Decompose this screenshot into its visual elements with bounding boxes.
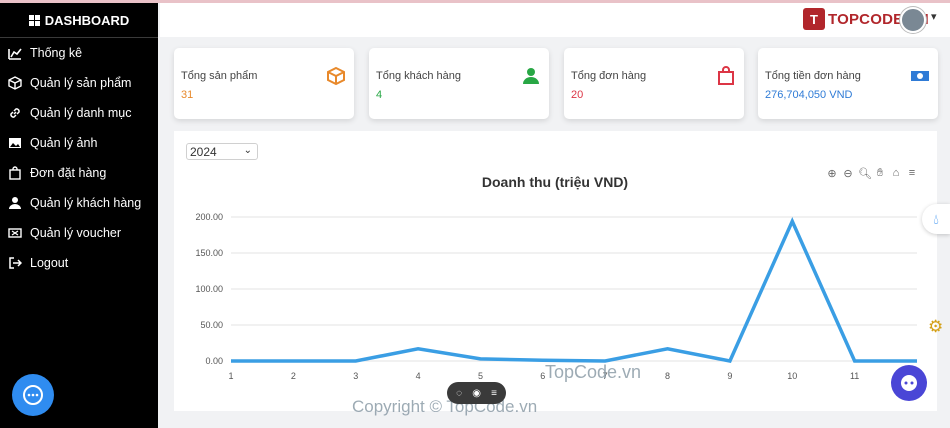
assistant-face-icon xyxy=(901,375,917,391)
stat-card-customers: Tổng khách hàng 4 xyxy=(369,48,549,119)
eye-icon[interactable]: ◉ xyxy=(472,388,481,399)
x-tick-label: 9 xyxy=(727,371,732,381)
y-tick-label: 50.00 xyxy=(200,320,223,330)
card-title: Tổng đơn hàng xyxy=(571,70,647,82)
year-select-value: 2024 xyxy=(190,144,217,159)
y-tick-label: 200.00 xyxy=(195,212,223,222)
series-line xyxy=(231,217,917,363)
sidebar-item-label: Quản lý voucher xyxy=(30,226,122,240)
stat-card-products: Tổng sản phẩm 31 xyxy=(174,48,354,119)
sidebar-item-label: Đơn đặt hàng xyxy=(30,166,107,180)
comment-icon[interactable]: ◌ xyxy=(456,388,462,399)
link-icon xyxy=(7,105,23,121)
x-tick-label: 10 xyxy=(787,371,797,381)
sidebar-item-quan-ly-khach-hang[interactable]: Quản lý khách hàng xyxy=(0,188,158,218)
card-value: 20 xyxy=(571,89,584,101)
year-select[interactable]: 2024 ⌄ xyxy=(186,143,258,160)
y-tick-label: 0.00 xyxy=(205,356,223,366)
sidebar-item-label: Quản lý danh mục xyxy=(30,106,132,120)
sidebar-item-label: Quản lý khách hàng xyxy=(30,196,142,210)
card-value: 4 xyxy=(376,89,383,101)
bag-icon xyxy=(716,66,736,86)
sidebar-item-thong-ke[interactable]: Thống kê xyxy=(0,38,158,68)
stat-card-revenue: Tổng tiền đơn hàng 276,704,050 VND xyxy=(758,48,938,119)
bag-icon xyxy=(7,165,23,181)
sidebar-item-label: Quản lý ảnh xyxy=(30,136,98,150)
dashboard-icon xyxy=(28,14,40,26)
card-value: 31 xyxy=(181,89,194,101)
y-tick-label: 100.00 xyxy=(195,284,223,294)
avatar[interactable] xyxy=(900,7,926,33)
box-icon xyxy=(326,66,346,86)
revenue-line-chart: 0.0050.00100.00150.00200.001 2 3 4 5 6 7 8 9 10 11… xyxy=(195,212,922,381)
card-title: Tổng tiền đơn hàng xyxy=(765,70,861,82)
side-widget-tab[interactable]: 💧︎ xyxy=(922,204,950,234)
chart-icon xyxy=(7,45,23,61)
sidebar: DASHBOARD Thống kê Quản lý sản phẩm Quản… xyxy=(0,3,158,428)
floating-toolbar[interactable]: ◌ ◉ ≡ xyxy=(447,382,506,404)
chevron-down-icon: ⌄ xyxy=(243,145,252,156)
sidebar-item-label: Thống kê xyxy=(30,46,83,60)
logo-mark: T xyxy=(803,8,825,30)
box-icon xyxy=(7,75,23,91)
x-tick-label: 1 xyxy=(228,371,233,381)
zoom-in-icon[interactable]: ⊕ xyxy=(826,167,838,180)
y-tick-label: 150.00 xyxy=(195,248,223,258)
watermark-bottom: Copyright © TopCode.vn xyxy=(352,397,538,416)
sidebar-item-label: Logout xyxy=(30,256,69,270)
card-title: Tổng khách hàng xyxy=(376,70,462,82)
stat-card-orders: Tổng đơn hàng 20 xyxy=(564,48,744,119)
sidebar-item-quan-ly-danh-muc[interactable]: Quản lý danh mục xyxy=(0,98,158,128)
assistant-button[interactable] xyxy=(891,365,927,401)
card-value: 276,704,050 VND xyxy=(765,89,853,101)
gear-icon[interactable]: ⚙ xyxy=(928,317,943,337)
x-tick-label: 5 xyxy=(478,371,483,381)
money-icon xyxy=(910,66,930,86)
sidebar-menu: Thống kê Quản lý sản phẩm Quản lý danh m… xyxy=(0,38,158,278)
chat-bubble-icon xyxy=(23,385,43,405)
watermark-top: TopCode.vn xyxy=(545,362,642,382)
user-icon xyxy=(521,66,541,86)
x-tick-label: 8 xyxy=(665,371,670,381)
brand-label: DASHBOARD xyxy=(44,12,130,28)
x-tick-label: 2 xyxy=(291,371,296,381)
sidebar-item-logout[interactable]: Logout xyxy=(0,248,158,278)
sidebar-item-label: Quản lý sản phẩm xyxy=(30,76,132,90)
list-icon[interactable]: ≡ xyxy=(491,388,497,399)
x-tick-label: 3 xyxy=(353,371,358,381)
sidebar-item-don-dat-hang[interactable]: Đơn đặt hàng xyxy=(0,158,158,188)
home-icon[interactable]: ⌂ xyxy=(890,167,902,180)
sidebar-item-quan-ly-voucher[interactable]: Quản lý voucher xyxy=(0,218,158,248)
sidebar-item-quan-ly-anh[interactable]: Quản lý ảnh xyxy=(0,128,158,158)
menu-icon[interactable]: ≡ xyxy=(906,167,918,180)
x-tick-label: 4 xyxy=(416,371,421,381)
chat-button[interactable] xyxy=(12,374,54,416)
zoom-select-icon[interactable]: 🔍︎ xyxy=(858,167,872,180)
chart-toolbar: ⊕ ⊖ 🔍︎ ✋︎ ⌂ ≡ xyxy=(826,167,918,180)
sidebar-item-quan-ly-san-pham[interactable]: Quản lý sản phẩm xyxy=(0,68,158,98)
chevron-down-icon[interactable]: ▾ xyxy=(931,10,937,23)
card-title: Tổng sản phẩm xyxy=(181,70,258,82)
chart-title: Doanh thu (triệu VND) xyxy=(481,174,629,190)
ticket-icon xyxy=(7,225,23,241)
user-icon xyxy=(7,195,23,211)
sidebar-brand[interactable]: DASHBOARD xyxy=(0,3,158,38)
image-icon xyxy=(7,135,23,151)
pan-icon[interactable]: ✋︎ xyxy=(874,167,886,180)
sparkle-drop-icon: 💧︎ xyxy=(933,210,939,227)
zoom-out-icon[interactable]: ⊖ xyxy=(842,167,854,180)
logout-icon xyxy=(7,255,23,271)
x-tick-label: 11 xyxy=(850,371,859,381)
